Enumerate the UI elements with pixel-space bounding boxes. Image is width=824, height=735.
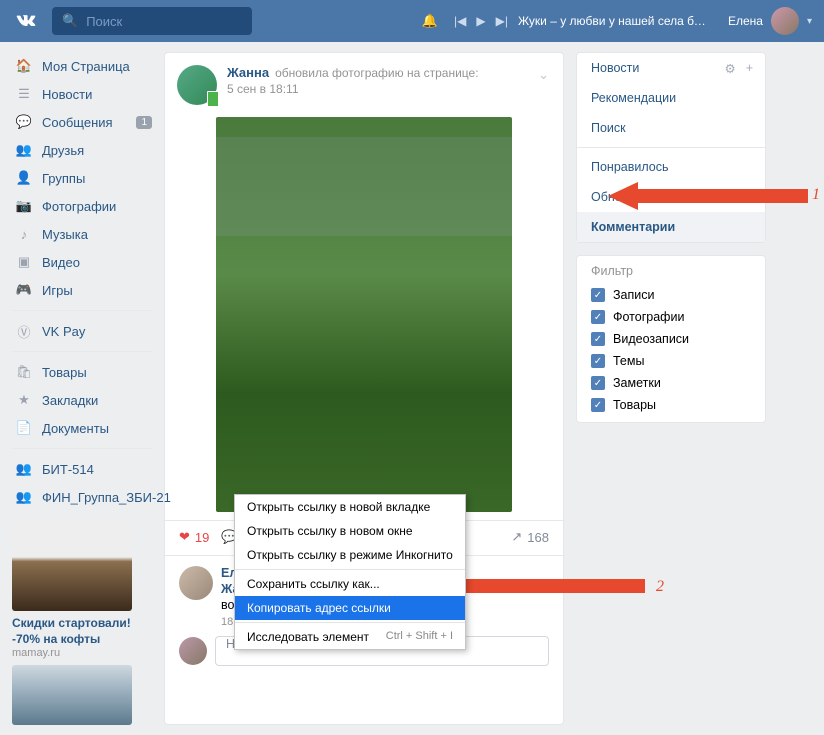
- filter-checkbox[interactable]: ✓Фотографии: [577, 306, 765, 328]
- ctx-inspect[interactable]: Исследовать элементCtrl + Shift + I: [235, 625, 465, 649]
- next-track-icon[interactable]: ▶|: [496, 14, 508, 28]
- checkbox-icon: ✓: [591, 398, 605, 412]
- sidebar-item[interactable]: ▣Видео: [12, 248, 152, 276]
- sidebar-item[interactable]: 💬Сообщения1: [12, 108, 152, 136]
- ctx-copy-link-address[interactable]: Копировать адрес ссылки: [235, 596, 465, 620]
- friends-icon: 👥: [16, 142, 32, 158]
- filter-title: Фильтр: [577, 256, 765, 284]
- ad-block[interactable]: Скидки стартовали! -70% на кофты mamay.r…: [12, 521, 152, 725]
- photos-icon: 📷: [16, 198, 32, 214]
- sidebar-item[interactable]: 🛍Товары: [12, 358, 152, 386]
- ad-image: [12, 521, 132, 611]
- ad-image-2: [12, 665, 132, 725]
- sidebar-item[interactable]: 🏠Моя Страница: [12, 52, 152, 80]
- sidebar-item[interactable]: 🎮Игры: [12, 276, 152, 304]
- bookmark-icon: ★: [16, 392, 32, 408]
- prev-track-icon[interactable]: |◀: [454, 14, 466, 28]
- add-icon[interactable]: +: [746, 61, 753, 76]
- chevron-down-icon: ▾: [807, 16, 812, 27]
- post-menu-icon[interactable]: ⌄: [538, 67, 549, 83]
- filter-checkbox[interactable]: ✓Темы: [577, 350, 765, 372]
- sidebar-item[interactable]: ★Закладки: [12, 386, 152, 414]
- notifications-icon[interactable]: 🔔: [422, 13, 438, 29]
- tab-updates[interactable]: Обновления: [577, 182, 765, 212]
- ctx-open-incognito[interactable]: Открыть ссылку в режиме Инкогнито: [235, 543, 465, 567]
- sidebar-item[interactable]: 👥ФИН_Группа_ЗБИ-21: [12, 483, 152, 511]
- filter-checkbox[interactable]: ✓Видеозаписи: [577, 328, 765, 350]
- post-author-name[interactable]: Жанна: [227, 65, 269, 80]
- right-sidebar: Новости ⚙+ Рекомендации Поиск Понравилос…: [576, 52, 766, 725]
- groups-icon: 👤: [16, 170, 32, 186]
- feed-tabs-panel: Новости ⚙+ Рекомендации Поиск Понравилос…: [576, 52, 766, 243]
- checkbox-icon: ✓: [591, 332, 605, 346]
- filter-icon[interactable]: ⚙: [724, 61, 735, 76]
- filter-checkbox[interactable]: ✓Записи: [577, 284, 765, 306]
- grp-icon: 👥: [16, 489, 32, 505]
- sidebar-item[interactable]: 📄Документы: [12, 414, 152, 442]
- vk-logo-icon[interactable]: [12, 7, 40, 35]
- context-menu: Открыть ссылку в новой вкладке Открыть с…: [234, 494, 466, 650]
- reply-avatar: [179, 637, 207, 665]
- play-icon[interactable]: ▶: [476, 14, 485, 28]
- checkbox-icon: ✓: [591, 288, 605, 302]
- filter-checkbox[interactable]: ✓Заметки: [577, 372, 765, 394]
- music-icon: ♪: [16, 226, 32, 242]
- ad-title: Скидки стартовали! -70% на кофты: [12, 616, 152, 647]
- post-date: 5 сен в 18:11: [227, 82, 479, 96]
- news-icon: ☰: [16, 86, 32, 102]
- msg-icon: 💬: [16, 114, 32, 130]
- pay-icon: Ⓥ: [16, 323, 32, 339]
- user-menu[interactable]: Елена ▾: [728, 7, 812, 35]
- checkbox-icon: ✓: [591, 376, 605, 390]
- views-count: ↗168: [511, 529, 549, 545]
- sidebar-item[interactable]: ♪Музыка: [12, 220, 152, 248]
- grp-icon: 👥: [16, 461, 32, 477]
- post-author-avatar[interactable]: [177, 65, 217, 105]
- annotation-number-1: 1: [812, 186, 820, 204]
- ctx-save-link[interactable]: Сохранить ссылку как...: [235, 572, 465, 596]
- heart-icon: ❤: [179, 529, 190, 545]
- sidebar-item[interactable]: 👥Друзья: [12, 136, 152, 164]
- docs-icon: 📄: [16, 420, 32, 436]
- tab-liked[interactable]: Понравилось: [577, 152, 765, 182]
- header: 🔍 Поиск 🔔 |◀ ▶ ▶| Жуки – у любви у нашей…: [0, 0, 824, 42]
- ctx-open-new-tab[interactable]: Открыть ссылку в новой вкладке: [235, 495, 465, 519]
- games-icon: 🎮: [16, 282, 32, 298]
- filter-checkbox[interactable]: ✓Товары: [577, 394, 765, 416]
- post-photo[interactable]: [216, 117, 512, 512]
- annotation-number-2: 2: [656, 578, 664, 596]
- sidebar-item[interactable]: 👤Группы: [12, 164, 152, 192]
- tab-search[interactable]: Поиск: [577, 113, 765, 143]
- tab-comments[interactable]: Комментарии: [577, 212, 765, 242]
- left-sidebar: 🏠Моя Страница☰Новости💬Сообщения1👥Друзья👤…: [12, 52, 152, 725]
- avatar: [771, 7, 799, 35]
- ctx-open-new-window[interactable]: Открыть ссылку в новом окне: [235, 519, 465, 543]
- checkbox-icon: ✓: [591, 354, 605, 368]
- search-placeholder: Поиск: [86, 14, 122, 29]
- tab-news[interactable]: Новости ⚙+: [577, 53, 765, 83]
- search-input[interactable]: 🔍 Поиск: [52, 7, 252, 35]
- ad-source: mamay.ru: [12, 647, 152, 659]
- sidebar-item[interactable]: ⓋVK Pay: [12, 317, 152, 345]
- filter-panel: Фильтр ✓Записи✓Фотографии✓Видеозаписи✓Те…: [576, 255, 766, 423]
- goods-icon: 🛍: [16, 364, 32, 380]
- track-title[interactable]: Жуки – у любви у нашей села бат...: [518, 14, 708, 28]
- badge: 1: [136, 116, 152, 129]
- username: Елена: [728, 14, 763, 28]
- sidebar-item[interactable]: ☰Новости: [12, 80, 152, 108]
- sidebar-item[interactable]: 📷Фотографии: [12, 192, 152, 220]
- home-icon: 🏠: [16, 58, 32, 74]
- music-player: |◀ ▶ ▶| Жуки – у любви у нашей села бат.…: [454, 14, 708, 28]
- sidebar-item[interactable]: 👥БИТ-514: [12, 455, 152, 483]
- share-arrow-icon: ↗: [511, 529, 522, 545]
- tab-recommendations[interactable]: Рекомендации: [577, 83, 765, 113]
- checkbox-icon: ✓: [591, 310, 605, 324]
- video-icon: ▣: [16, 254, 32, 270]
- search-icon: 🔍: [62, 13, 78, 29]
- like-button[interactable]: ❤19: [179, 529, 209, 545]
- post-action-text: обновила фотографию на странице:: [275, 66, 478, 80]
- comment-avatar[interactable]: [179, 566, 213, 600]
